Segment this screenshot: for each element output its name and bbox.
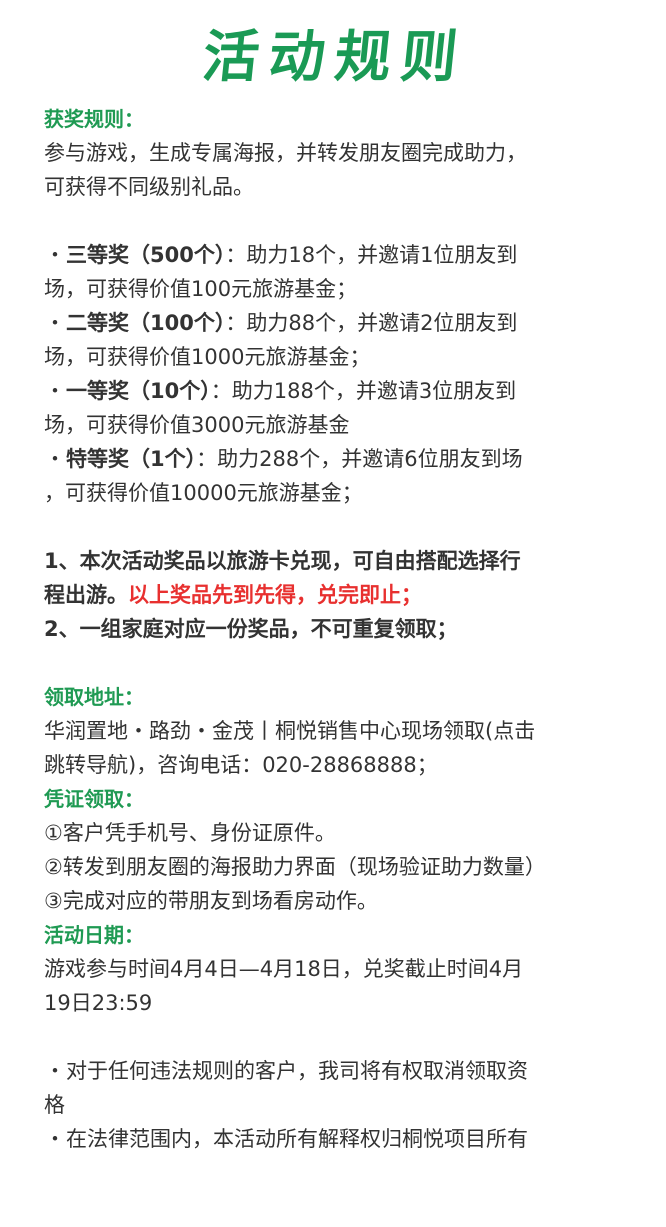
proof-heading: 凭证领取：: [44, 787, 144, 811]
bullet: ・: [44, 243, 66, 267]
note-2: 2、一组家庭对应一份奖品，不可重复领取；: [44, 617, 458, 641]
bullet: ・: [44, 379, 66, 403]
prize-desc: ：助力88个，并邀请2位朋友到: [225, 311, 518, 335]
date-line-1: 游戏参与时间4月4日—4月18日，兑奖截止时间4月: [44, 957, 524, 981]
award-rules-heading: 获奖规则：: [44, 107, 144, 131]
date-line-2: 19日23:59: [44, 991, 153, 1015]
terms-1-line-2: 格: [44, 1093, 65, 1117]
prize-item-special-cont: ，可获得价值10000元旅游基金；: [44, 481, 363, 505]
note-1-text: 程出游。: [44, 583, 128, 607]
prize-item-third: ・三等奖（500个）：助力18个，并邀请1位朋友到: [44, 238, 626, 272]
prize-desc: ：助力188个，并邀请3位朋友到: [210, 379, 517, 403]
prize-item-first-cont: 场，可获得价值3000元旅游基金: [44, 413, 350, 437]
award-rules-text-2: 可获得不同级别礼品。: [44, 175, 254, 199]
prize-desc: ：助力288个，并邀请6位朋友到场: [196, 447, 523, 471]
terms-1-text: 对于任何违法规则的客户，我司将有权取消领取资: [66, 1059, 528, 1083]
note-1-red-text: 以上奖品先到先得，兑完即止；: [128, 583, 422, 607]
proof-item: ②转发到朋友圈的海报助力界面（现场验证助力数量）: [44, 855, 546, 879]
address-heading: 领取地址：: [44, 685, 144, 709]
bullet: ・: [44, 1127, 66, 1151]
terms-2: ・在法律范围内，本活动所有解释权归桐悦项目所有: [44, 1122, 626, 1156]
prize-name: 特等奖（1个）: [66, 447, 197, 471]
page-title: 活动规则: [199, 25, 471, 90]
rules-page: 活动规则 获奖规则： 参与游戏，生成专属海报，并转发朋友圈完成助力， 可获得不同…: [0, 0, 666, 1227]
prize-name: 二等奖（100个）: [66, 311, 226, 335]
proof-item: ①客户凭手机号、身份证原件。: [44, 821, 336, 845]
note-1-line-2: 程出游。以上奖品先到先得，兑完即止；: [44, 578, 626, 612]
prize-name: 一等奖（10个）: [66, 379, 211, 403]
prize-item-second-cont: 场，可获得价值1000元旅游基金；: [44, 345, 371, 369]
prize-desc: ：助力18个，并邀请1位朋友到: [225, 243, 518, 267]
prize-item-third-cont: 场，可获得价值100元旅游基金；: [44, 277, 358, 301]
note-1-line-1: 1、本次活动奖品以旅游卡兑现，可自由搭配选择行: [44, 549, 521, 573]
prize-item-first: ・一等奖（10个）：助力188个，并邀请3位朋友到: [44, 374, 626, 408]
bullet: ・: [44, 311, 66, 335]
address-line-2[interactable]: 跳转导航)，咨询电话：020-28868888；: [44, 748, 626, 782]
proof-item: ③完成对应的带朋友到场看房动作。: [44, 889, 378, 913]
bullet: ・: [44, 1059, 66, 1083]
prize-item-special: ・特等奖（1个）：助力288个，并邀请6位朋友到场: [44, 442, 626, 476]
address-line-1[interactable]: 华润置地・路劲・金茂丨桐悦销售中心现场领取(点击: [44, 714, 626, 748]
prize-name: 三等奖（500个）: [66, 243, 226, 267]
terms-2-text: 在法律范围内，本活动所有解释权归桐悦项目所有: [66, 1127, 528, 1151]
date-heading: 活动日期：: [44, 923, 144, 947]
award-rules-text-1: 参与游戏，生成专属海报，并转发朋友圈完成助力，: [44, 141, 527, 165]
prize-list: ・三等奖（500个）：助力18个，并邀请1位朋友到 场，可获得价值100元旅游基…: [44, 238, 626, 510]
prize-item-second: ・二等奖（100个）：助力88个，并邀请2位朋友到: [44, 306, 626, 340]
bullet: ・: [44, 447, 66, 471]
terms-1-line-1: ・对于任何违法规则的客户，我司将有权取消领取资: [44, 1054, 626, 1088]
